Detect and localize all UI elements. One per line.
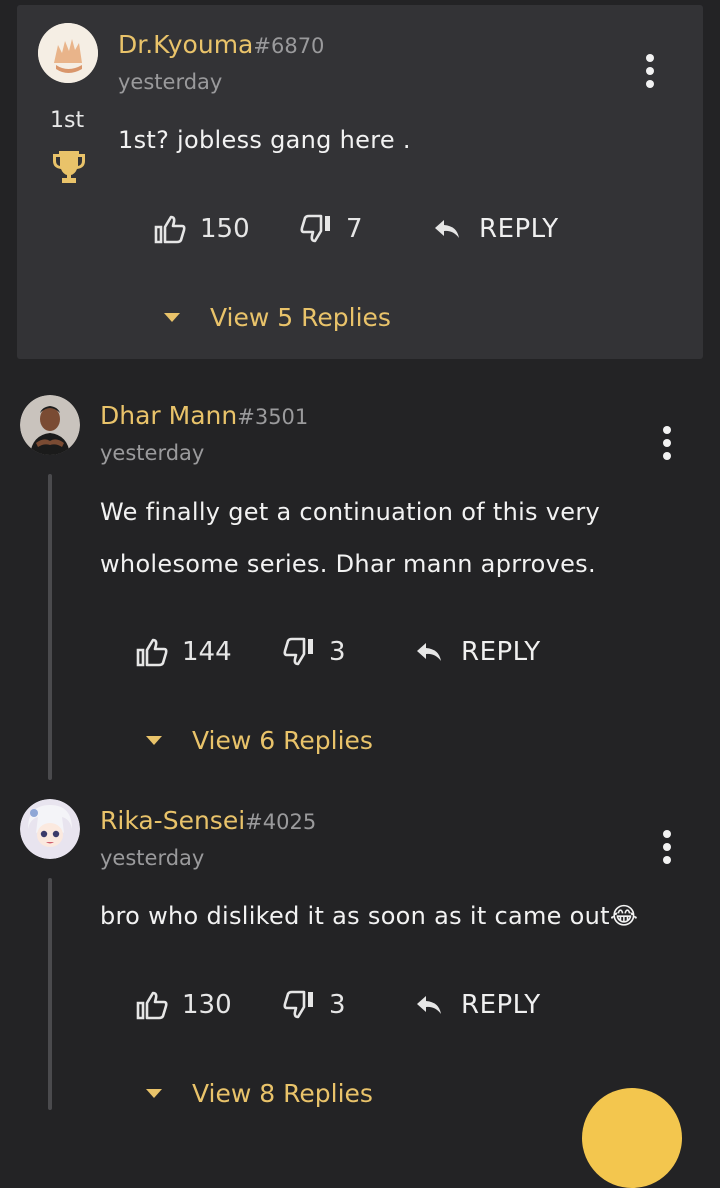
view-replies-button[interactable]: View 8 Replies (146, 1079, 373, 1108)
user-tag: #3501 (237, 405, 309, 429)
user-tag: #6870 (253, 34, 325, 58)
caret-down-icon (146, 1089, 162, 1098)
thread-line (48, 474, 52, 780)
username[interactable]: Dr.Kyouma#6870 (118, 30, 324, 59)
thumbs-up-icon (154, 215, 186, 244)
thumbs-down-icon (300, 214, 330, 243)
view-replies-label: View 5 Replies (210, 303, 391, 332)
caret-down-icon (164, 313, 180, 322)
trophy-icon (50, 148, 88, 190)
dislike-button[interactable]: 7 (300, 214, 363, 244)
reply-button[interactable]: REPLY (415, 990, 541, 1020)
thumbs-up-icon (136, 991, 168, 1020)
like-count: 150 (200, 214, 250, 244)
avatar[interactable] (20, 395, 80, 455)
timestamp: yesterday (100, 441, 205, 465)
floating-action-button[interactable] (582, 1088, 682, 1188)
view-replies-button[interactable]: View 6 Replies (146, 726, 373, 755)
like-count: 144 (182, 637, 232, 667)
thread-line (48, 878, 52, 1110)
thumbs-up-icon (136, 638, 168, 667)
view-replies-label: View 6 Replies (192, 726, 373, 755)
view-replies-button[interactable]: View 5 Replies (164, 303, 391, 332)
comment-text: We finally get a continuation of this ve… (100, 498, 601, 578)
caret-down-icon (146, 736, 162, 745)
reply-button[interactable]: REPLY (415, 637, 541, 667)
dislike-button[interactable]: 3 (283, 990, 346, 1020)
more-vert-icon[interactable] (645, 54, 655, 93)
timestamp: yesterday (100, 846, 205, 870)
dislike-count: 3 (329, 990, 346, 1020)
like-button[interactable]: 130 (136, 990, 232, 1020)
like-count: 130 (182, 990, 232, 1020)
dislike-button[interactable]: 3 (283, 637, 346, 667)
comment-text: bro who disliked it as soon as it came o… (100, 902, 639, 930)
reply-arrow-icon (417, 996, 441, 1014)
reply-arrow-icon (435, 220, 459, 238)
more-vert-icon[interactable] (662, 426, 672, 465)
thumbs-down-icon (283, 637, 313, 666)
avatar[interactable] (38, 23, 98, 83)
avatar[interactable] (20, 799, 80, 859)
reply-label: REPLY (461, 637, 541, 667)
like-button[interactable]: 150 (154, 214, 250, 244)
timestamp: yesterday (118, 70, 223, 94)
comment-text: 1st? jobless gang here . (118, 126, 411, 154)
reply-arrow-icon (417, 643, 441, 661)
view-replies-label: View 8 Replies (192, 1079, 373, 1108)
like-button[interactable]: 144 (136, 637, 232, 667)
more-vert-icon[interactable] (662, 830, 672, 869)
username[interactable]: Rika-Sensei#4025 (100, 806, 316, 835)
reply-label: REPLY (479, 214, 559, 244)
thumbs-down-icon (283, 990, 313, 1019)
dislike-count: 3 (329, 637, 346, 667)
rank-label: 1st (50, 108, 85, 133)
dislike-count: 7 (346, 214, 363, 244)
reply-label: REPLY (461, 990, 541, 1020)
user-tag: #4025 (245, 810, 317, 834)
reply-button[interactable]: REPLY (433, 214, 559, 244)
username[interactable]: Dhar Mann#3501 (100, 401, 308, 430)
